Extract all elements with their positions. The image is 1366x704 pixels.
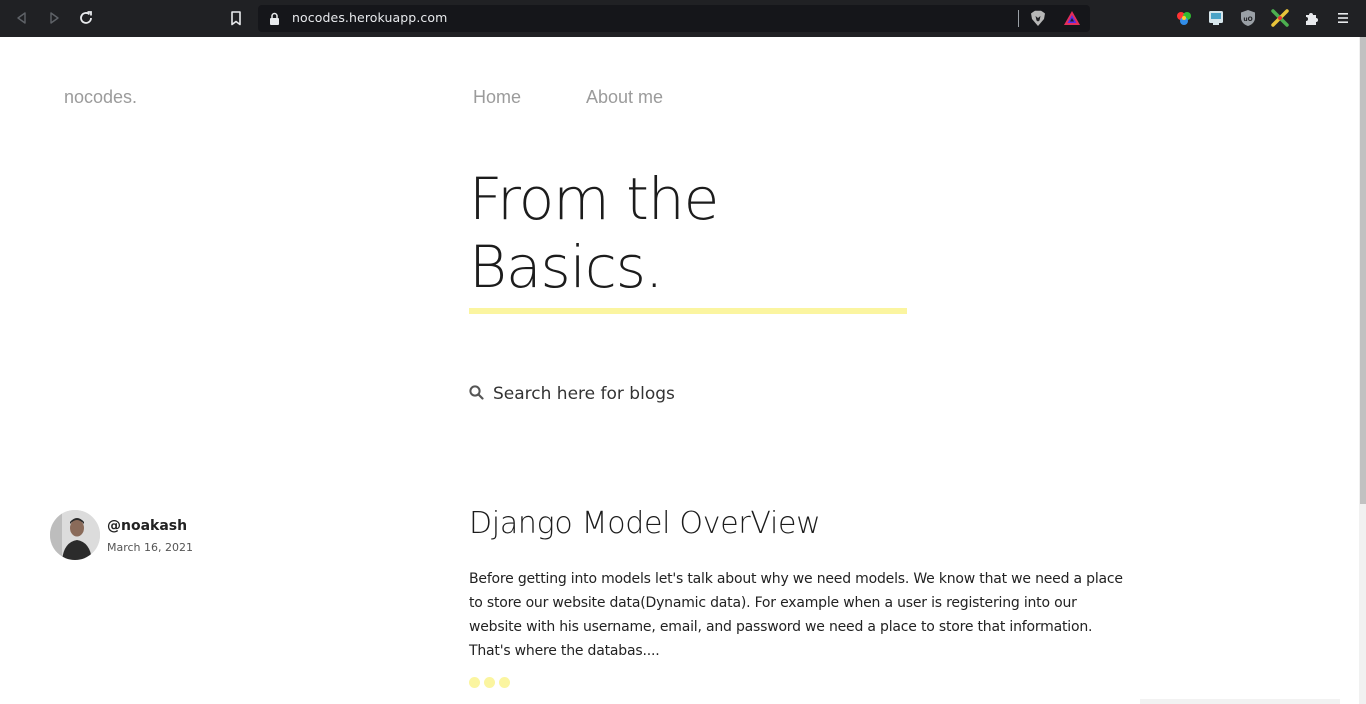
dot-1 [469,677,480,688]
search-icon[interactable] [469,384,493,404]
url-text[interactable]: nocodes.herokuapp.com [292,10,447,25]
hero-line-1: From the [469,165,719,233]
brave-shields-icon[interactable] [1030,10,1046,31]
puzzle-extensions-icon[interactable] [1303,9,1321,27]
nav-home-link[interactable]: Home [473,87,521,108]
address-bar[interactable]: nocodes.herokuapp.com [258,5,1090,32]
hero-underline [469,308,907,314]
page-scrollbar-thumb[interactable] [1360,37,1366,504]
hamburger-menu-icon[interactable] [1336,9,1354,27]
forward-arrow-icon[interactable] [44,8,64,28]
hero-line-2: Basics. [469,233,663,301]
address-bar-divider [1018,10,1019,27]
author-avatar[interactable] [50,510,100,560]
tools-extension-icon[interactable] [1271,9,1289,27]
bookmark-icon[interactable] [226,8,246,28]
read-more-dots[interactable] [469,677,510,688]
post-excerpt: Before getting into models let's talk ab… [469,571,1123,659]
screen-extension-icon[interactable] [1207,9,1225,27]
search-bar[interactable] [469,381,829,407]
site-logo[interactable]: nocodes. [64,87,137,108]
brave-rewards-icon[interactable] [1063,10,1081,30]
ublock-extension-icon[interactable]: uO [1239,9,1257,27]
reload-icon[interactable] [76,8,96,28]
browser-toolbar: nocodes.herokuapp.com uO [0,0,1366,37]
dot-2 [484,677,495,688]
nav-about-link[interactable]: About me [586,87,663,108]
dot-3 [499,677,510,688]
search-input[interactable] [493,384,813,404]
lock-icon[interactable] [269,11,280,30]
post-date: March 16, 2021 [107,541,194,554]
author-handle[interactable]: @noakash [107,518,187,534]
svg-text:uO: uO [1243,16,1252,23]
post-title-link[interactable]: Django Model OverView [469,506,821,541]
hero-heading: From the Basics. [469,165,719,301]
offscreen-element-edge [1140,699,1340,704]
color-picker-extension-icon[interactable] [1175,9,1193,27]
back-arrow-icon[interactable] [12,8,32,28]
